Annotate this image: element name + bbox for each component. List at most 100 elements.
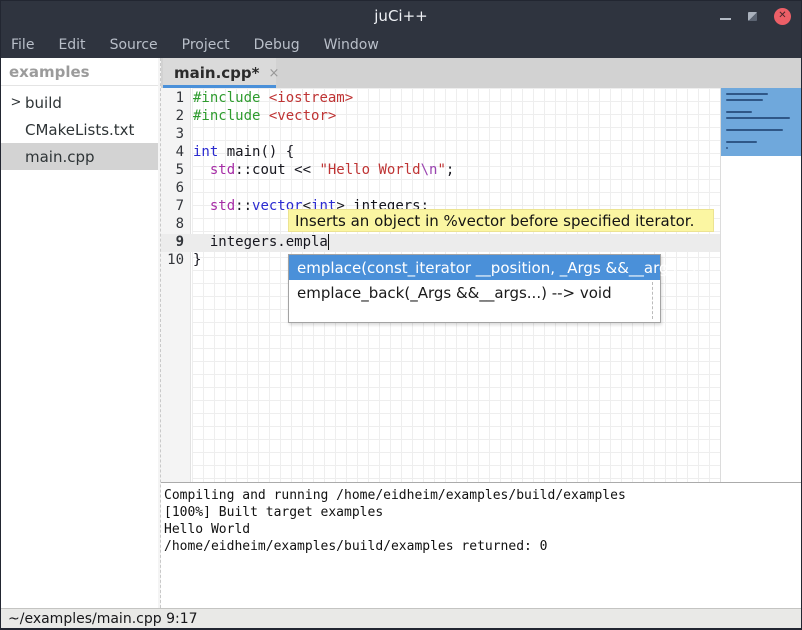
- status-file-position: ~/examples/main.cpp 9:17: [8, 611, 198, 627]
- output-line: /home/eidheim/examples/build/examples re…: [164, 538, 801, 555]
- window-title: juCi++: [374, 7, 427, 25]
- line-number: 2: [161, 108, 191, 126]
- text-cursor: [328, 234, 329, 250]
- window-controls: ✕: [720, 1, 791, 31]
- autocomplete-item[interactable]: emplace_back(_Args &&__args...) --> void: [289, 280, 660, 305]
- sidebar-item-cmakelists-txt[interactable]: CMakeLists.txt: [1, 116, 158, 143]
- syntax-plain: ::cout <<: [235, 162, 319, 178]
- minimap[interactable]: [720, 88, 801, 482]
- minimap-code-line: [726, 111, 752, 113]
- line-number: 7: [161, 198, 191, 216]
- tree-item-label: main.cpp: [25, 148, 95, 166]
- syntax-pre: #include: [193, 90, 260, 106]
- autocomplete-popup: emplace(const_iterator __position, _Args…: [288, 254, 661, 323]
- code-editor[interactable]: 1#include <iostream>2#include <vector>34…: [161, 88, 801, 482]
- output-line: Compiling and running /home/eidheim/exam…: [164, 487, 801, 504]
- syntax-str: "Hello World: [319, 162, 420, 178]
- code-line-2[interactable]: 2#include <vector>: [161, 108, 720, 126]
- code-text: [191, 126, 193, 144]
- line-number: 10: [161, 252, 191, 270]
- code-lines: 1#include <iostream>2#include <vector>34…: [161, 90, 720, 270]
- output-line: Hello World: [164, 521, 801, 538]
- syntax-kw: int: [193, 144, 218, 160]
- autocomplete-scrollbar[interactable]: [652, 282, 653, 319]
- code-line-6[interactable]: 6: [161, 180, 720, 198]
- doc-tooltip-text: Inserts an object in %vector before spec…: [295, 212, 694, 230]
- syntax-plain: [193, 162, 210, 178]
- close-button[interactable]: ✕: [774, 8, 791, 25]
- line-number: 6: [161, 180, 191, 198]
- menu-item-edit[interactable]: Edit: [46, 31, 97, 58]
- main-area: examples >build CMakeLists.txt main.cpp ma…: [1, 58, 801, 608]
- code-line-9[interactable]: 9 integers.empla: [161, 234, 720, 252]
- code-text: std::cout << "Hello World\n";: [191, 162, 454, 180]
- syntax-str: <iostream>: [269, 90, 353, 106]
- code-text: [191, 216, 193, 234]
- minimap-visible-region[interactable]: [721, 88, 801, 156]
- sidebar-item-main-cpp[interactable]: main.cpp: [1, 143, 158, 170]
- syntax-plain: [260, 90, 268, 106]
- doc-tooltip: Inserts an object in %vector before spec…: [288, 209, 714, 232]
- sidebar-item-build[interactable]: >build: [1, 89, 158, 116]
- syntax-ns: std: [210, 162, 235, 178]
- file-tree: >build CMakeLists.txt main.cpp: [1, 86, 158, 170]
- code-text: [191, 180, 193, 198]
- status-bar: ~/examples/main.cpp 9:17: [1, 608, 801, 628]
- syntax-str: ": [437, 162, 445, 178]
- syntax-ns: std: [210, 198, 235, 214]
- minimap-code-line: [726, 117, 790, 119]
- output-line: [100%] Built target examples: [164, 504, 801, 521]
- editor-pane: main.cpp*× 1#include <iostream>2#include…: [161, 58, 801, 608]
- code-text: int main() {: [191, 144, 294, 162]
- syntax-plain: integers.empla: [193, 234, 328, 250]
- tab-label: main.cpp*: [174, 64, 259, 82]
- tree-item-label: CMakeLists.txt: [25, 121, 134, 139]
- line-number: 4: [161, 144, 191, 162]
- menu-item-file[interactable]: File: [11, 31, 46, 58]
- build-output-panel: Compiling and running /home/eidheim/exam…: [161, 483, 801, 608]
- autocomplete-item[interactable]: emplace(const_iterator __position, _Args…: [289, 255, 660, 280]
- tab-bar: main.cpp* ×: [161, 58, 801, 88]
- minimap-code-line: [726, 147, 728, 149]
- tab-main-cpp-[interactable]: main.cpp* ×: [163, 58, 276, 88]
- syntax-plain: ::: [235, 198, 252, 214]
- syntax-plain: [260, 108, 268, 124]
- menu-item-source[interactable]: Source: [98, 31, 170, 58]
- line-number: 8: [161, 216, 191, 234]
- syntax-plain: ;: [446, 162, 454, 178]
- code-text: integers.empla: [191, 234, 329, 252]
- minimap-code-line: [726, 93, 768, 95]
- menu-item-project[interactable]: Project: [170, 31, 242, 58]
- tab-close-icon[interactable]: ×: [268, 66, 279, 81]
- minimap-code-line: [726, 129, 783, 131]
- title-bar[interactable]: juCi++ ✕: [1, 1, 801, 31]
- syntax-esc: \n: [421, 162, 438, 178]
- code-line-1[interactable]: 1#include <iostream>: [161, 90, 720, 108]
- file-tree-sidebar: examples >build CMakeLists.txt main.cpp: [1, 58, 158, 608]
- tree-item-label: build: [25, 94, 62, 112]
- syntax-plain: main() {: [218, 144, 294, 160]
- syntax-pre: #include: [193, 108, 260, 124]
- code-line-4[interactable]: 4int main() {: [161, 144, 720, 162]
- syntax-plain: [193, 198, 210, 214]
- project-name-header: examples: [1, 58, 158, 86]
- code-text: #include <iostream>: [191, 90, 353, 108]
- code-text: }: [191, 252, 201, 270]
- close-icon: ✕: [778, 11, 786, 21]
- line-number: 1: [161, 90, 191, 108]
- menu-item-window[interactable]: Window: [312, 31, 391, 58]
- line-number: 3: [161, 126, 191, 144]
- minimap-code-line: [726, 99, 763, 101]
- menu-item-debug[interactable]: Debug: [242, 31, 312, 58]
- syntax-plain: }: [193, 252, 201, 268]
- app-window: juCi++ ✕ FileEditSourceProjectDebugWindo…: [0, 0, 802, 630]
- code-line-5[interactable]: 5 std::cout << "Hello World\n";: [161, 162, 720, 180]
- code-text: #include <vector>: [191, 108, 336, 126]
- minimize-button-icon[interactable]: [720, 18, 731, 20]
- line-number: 9: [161, 234, 191, 252]
- expander-icon[interactable]: >: [7, 95, 25, 110]
- minimap-code-line: [726, 141, 757, 143]
- line-number: 5: [161, 162, 191, 180]
- code-line-3[interactable]: 3: [161, 126, 720, 144]
- restore-button-icon[interactable]: [748, 12, 757, 21]
